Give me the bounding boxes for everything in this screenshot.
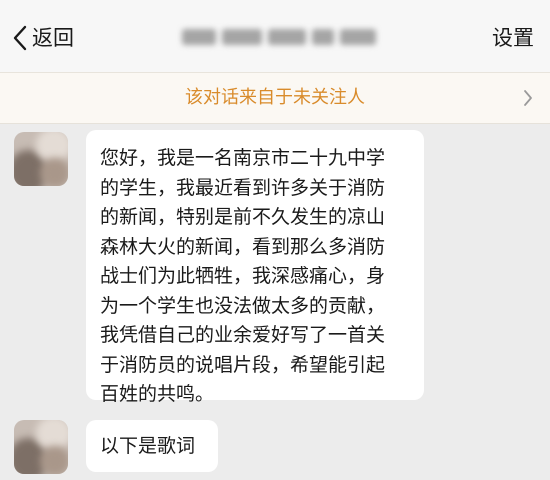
blurred-contact-name <box>182 24 378 50</box>
message-line: 森林大火的新闻，看到那么多消防 <box>100 235 386 258</box>
message-bubble[interactable]: 您好，我是一名南京市二十九中学 的学生，我最近看到许多关于消防 的新闻，特别是前… <box>86 130 424 405</box>
sender-avatar[interactable] <box>14 420 68 474</box>
message-line: 为一个学生也没法做太多的贡献， <box>100 294 386 317</box>
message-line: 的学生，我最近看到许多关于消防 <box>100 176 386 199</box>
chevron-left-icon <box>12 24 28 52</box>
chevron-right-icon <box>522 88 534 112</box>
message-line: 的新闻，特别是前不久发生的凉山 <box>100 206 386 228</box>
back-button[interactable]: 返回 <box>12 20 74 56</box>
stranger-notice-bar[interactable]: 该对话来自于未关注人 <box>0 72 550 124</box>
back-label: 返回 <box>32 26 74 50</box>
message-line: 以下是歌词 <box>100 435 196 457</box>
navigation-bar: 返回 设置 <box>0 0 550 72</box>
chat-screen: 返回 设置 该对话来自于未关注人 您好，我是一名南京市二十九中学 的学生，我最近… <box>0 0 550 480</box>
message-line: 我凭借自己的业余爱好写了一首关 <box>100 324 386 346</box>
message-bubble[interactable]: 以下是歌词 <box>86 420 218 472</box>
message-line: 百姓的共鸣。 <box>100 383 215 405</box>
message-line: 于消防员的说唱片段，希望能引起 <box>100 353 386 376</box>
settings-button[interactable]: 设置 <box>492 20 534 56</box>
notice-text: 该对话来自于未关注人 <box>185 87 365 108</box>
message-line: 战士们为此牺牲，我深感痛心，身 <box>100 265 386 287</box>
message-line: 您好，我是一名南京市二十九中学 <box>100 147 386 169</box>
sender-avatar[interactable] <box>14 132 68 186</box>
